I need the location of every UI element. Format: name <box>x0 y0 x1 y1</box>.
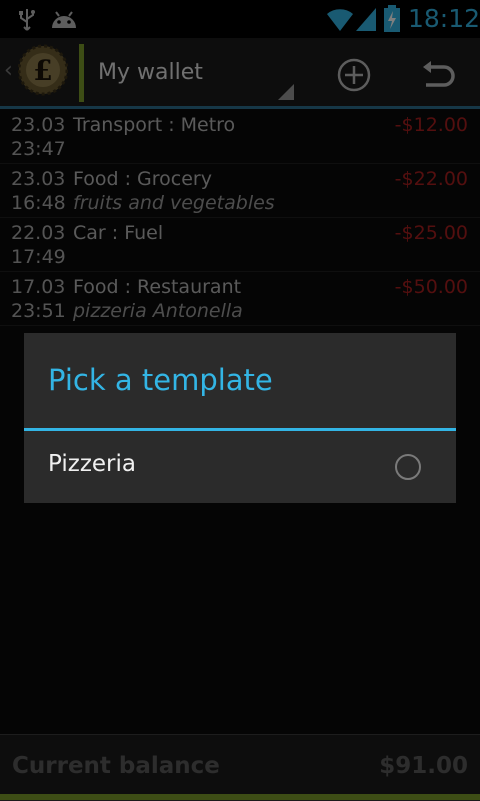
wallet-title[interactable]: My wallet <box>98 60 203 85</box>
android-icon <box>52 11 76 28</box>
status-time: 18:12 <box>408 4 480 33</box>
transaction-date: 23.03 <box>11 168 66 190</box>
transaction-row[interactable]: 23.03 16:48 Food : Grocery fruits and ve… <box>0 164 480 218</box>
transaction-category: Car : Fuel <box>73 222 164 244</box>
transaction-list: 23.03 23:47 Transport : Metro -$12.00 23… <box>0 110 480 326</box>
svg-text:£: £ <box>33 54 52 87</box>
transaction-time: 23:47 <box>11 138 66 160</box>
transaction-row[interactable]: 17.03 23:51 Food : Restaurant pizzeria A… <box>0 272 480 326</box>
undo-icon[interactable] <box>420 57 458 93</box>
radio-button[interactable] <box>395 454 421 480</box>
transaction-date: 23.03 <box>11 114 66 136</box>
transaction-row[interactable]: 22.03 17:49 Car : Fuel -$25.00 <box>0 218 480 272</box>
transaction-note: fruits and vegetables <box>73 192 275 214</box>
add-icon[interactable] <box>336 57 372 93</box>
wifi-icon <box>327 9 353 31</box>
balance-value: $91.00 <box>379 753 468 779</box>
transaction-amount: -$22.00 <box>394 168 468 190</box>
transaction-date: 22.03 <box>11 222 66 244</box>
footer-accent-bar <box>0 794 480 800</box>
transaction-amount: -$50.00 <box>394 276 468 298</box>
transaction-date: 17.03 <box>11 276 66 298</box>
spinner-triangle-icon <box>278 84 294 100</box>
template-option-pizzeria[interactable]: Pizzeria <box>24 431 456 503</box>
transaction-time: 16:48 <box>11 192 66 214</box>
status-bar: 18:12 <box>0 0 480 38</box>
transaction-category: Transport : Metro <box>73 114 236 136</box>
balance-label: Current balance <box>12 753 220 779</box>
transaction-note: pizzeria Antonella <box>73 300 243 322</box>
transaction-amount: -$12.00 <box>394 114 468 136</box>
pound-coin-logo[interactable]: £ <box>18 44 68 96</box>
dialog-title: Pick a template <box>48 363 273 397</box>
usb-icon <box>19 9 35 31</box>
transaction-row[interactable]: 23.03 23:47 Transport : Metro -$12.00 <box>0 110 480 164</box>
pick-template-dialog: Pick a template Pizzeria <box>24 333 456 503</box>
action-bar-accent-divider <box>79 44 84 102</box>
signal-icon <box>356 8 376 31</box>
battery-charging-icon <box>384 5 400 32</box>
back-chevron-icon[interactable]: ‹ <box>4 58 13 83</box>
transaction-amount: -$25.00 <box>394 222 468 244</box>
transaction-time: 17:49 <box>11 246 66 268</box>
transaction-time: 23:51 <box>11 300 66 322</box>
action-bar-divider <box>0 106 480 109</box>
transaction-category: Food : Restaurant <box>73 276 242 298</box>
transaction-category: Food : Grocery <box>73 168 212 190</box>
balance-footer: Current balance $91.00 <box>0 734 480 801</box>
template-option-label: Pizzeria <box>48 451 136 477</box>
